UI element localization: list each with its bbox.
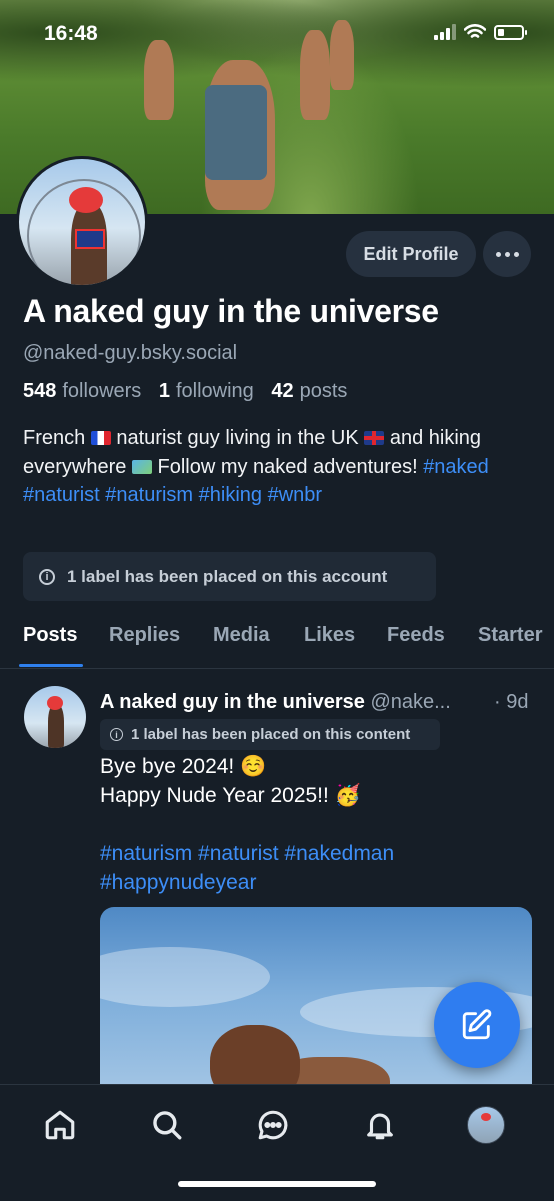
- post-text: Bye bye 2024! ☺️ Happy Nude Year 2025!! …: [100, 752, 530, 897]
- avatar-flag: [75, 229, 105, 249]
- profile-avatar-icon: [467, 1106, 505, 1144]
- profile-tabs: Posts Replies Media Likes Feeds Starter: [0, 610, 554, 669]
- nav-home[interactable]: [40, 1105, 80, 1145]
- post-timestamp: · 9d: [494, 691, 529, 713]
- tab-replies[interactable]: Replies: [109, 624, 180, 647]
- avatar-hair: [69, 187, 103, 213]
- france-flag-icon: [90, 431, 111, 445]
- content-label-notice[interactable]: i 1 label has been placed on this conten…: [100, 719, 440, 750]
- bell-icon: [367, 1113, 393, 1140]
- search-icon: [153, 1111, 182, 1140]
- home-icon: [45, 1110, 75, 1140]
- followers-link[interactable]: 548 followers: [23, 380, 141, 402]
- post-line: Bye bye 2024! ☺️: [100, 755, 267, 778]
- info-icon: i: [110, 728, 123, 741]
- cellular-signal-icon: [434, 24, 456, 40]
- status-icons: [434, 24, 527, 40]
- map-icon: [131, 459, 152, 474]
- image-cloud: [100, 947, 270, 1007]
- status-time: 16:48: [44, 22, 98, 45]
- post-author-avatar[interactable]: [24, 686, 86, 748]
- profile-bio: French naturist guy living in the UK and…: [23, 427, 489, 506]
- post-hashtags[interactable]: #naturism #naturist #nakedman: [100, 839, 530, 868]
- info-icon: i: [39, 568, 55, 585]
- hashtag-link[interactable]: #naked: [423, 456, 489, 478]
- tab-media[interactable]: Media: [213, 624, 270, 647]
- active-tab-indicator: [19, 664, 83, 667]
- uk-flag-icon: [364, 431, 385, 445]
- post-line: Happy Nude Year 2025!! 🥳: [100, 784, 361, 807]
- profile-handle: @naked-guy.bsky.social: [23, 342, 238, 364]
- profile-stats: 548 followers 1 following 42 posts: [23, 380, 347, 403]
- chat-icon: [258, 1110, 288, 1140]
- battery-icon: [494, 24, 527, 40]
- edit-profile-button[interactable]: Edit Profile: [346, 231, 476, 277]
- banner-backpack: [205, 85, 267, 180]
- nav-search[interactable]: [147, 1105, 187, 1145]
- nav-chat[interactable]: [253, 1105, 293, 1145]
- post-author-name: A naked guy in the universe: [100, 691, 365, 713]
- posts-count: 42 posts: [271, 380, 348, 402]
- hashtag-link[interactable]: #hiking: [199, 484, 262, 506]
- tab-posts[interactable]: Posts: [23, 624, 77, 647]
- hashtag-link[interactable]: #naturism: [105, 484, 193, 506]
- profile-avatar[interactable]: [16, 156, 148, 288]
- more-dot: [513, 251, 519, 257]
- account-label-notice[interactable]: i 1 label has been placed on this accoun…: [23, 552, 436, 601]
- post-hashtags[interactable]: #happynudeyear: [100, 868, 530, 897]
- more-dot: [504, 251, 510, 257]
- tab-starter[interactable]: Starter: [478, 624, 542, 647]
- account-label-text: 1 label has been placed on this account: [67, 566, 388, 586]
- following-link[interactable]: 1 following: [159, 380, 254, 402]
- tab-likes[interactable]: Likes: [304, 624, 355, 647]
- avatar-hair: [47, 696, 63, 710]
- status-bar: 16:48: [0, 0, 554, 64]
- content-label-text: 1 label has been placed on this content: [131, 726, 411, 743]
- hashtag-link[interactable]: #wnbr: [268, 484, 322, 506]
- post-header[interactable]: A naked guy in the universe @nake...: [100, 691, 540, 714]
- display-name: A naked guy in the universe: [23, 293, 439, 329]
- hashtag-link[interactable]: #naturist: [23, 484, 100, 506]
- compose-button[interactable]: [434, 982, 520, 1068]
- more-dot: [495, 251, 501, 257]
- more-options-button[interactable]: [483, 231, 531, 277]
- avatar-person: [48, 704, 64, 748]
- tab-feeds[interactable]: Feeds: [387, 624, 445, 647]
- wifi-icon: [464, 24, 486, 38]
- post-author-handle: @nake...: [370, 691, 451, 713]
- home-indicator: [178, 1181, 376, 1187]
- nav-profile[interactable]: [466, 1105, 506, 1145]
- nav-notifications[interactable]: [360, 1105, 400, 1145]
- compose-icon: [462, 1009, 492, 1040]
